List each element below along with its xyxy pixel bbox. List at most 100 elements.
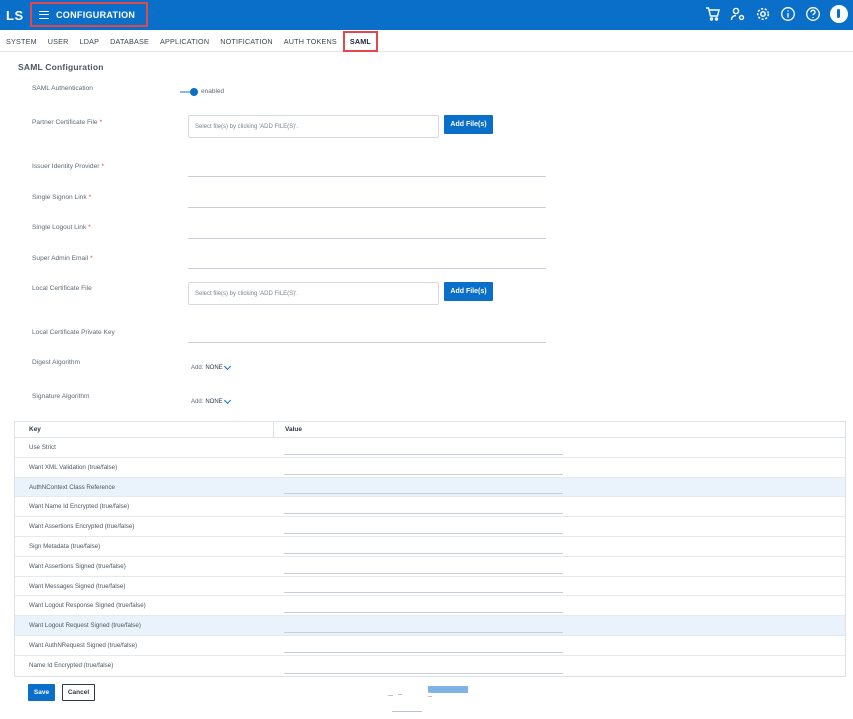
table-row[interactable]: Want AuthNRequest Signed (true/false): [15, 636, 845, 656]
row-key: Sign Metadata (true/false): [29, 542, 101, 550]
table-row[interactable]: Want Messages Signed (true/false): [15, 577, 845, 597]
row-key: Want Assertions Encrypted (true/false): [29, 523, 135, 531]
local-key-input[interactable]: [188, 342, 546, 343]
cancel-button[interactable]: Cancel: [62, 684, 95, 701]
local-cert-placeholder: Select file(s) by clicking 'ADD FILE(S)'…: [195, 290, 298, 297]
local-cert-file-box[interactable]: Select file(s) by clicking 'ADD FILE(S)'…: [188, 282, 439, 305]
row-key: Want Messages Signed (true/false): [29, 582, 126, 590]
table-row[interactable]: Sign Metadata (true/false): [15, 537, 845, 557]
help-icon[interactable]: [804, 5, 822, 23]
row-value-input[interactable]: [284, 672, 563, 674]
table-row[interactable]: Use Strict: [15, 438, 845, 458]
key-value-table: Key Value Use Strict Want XML Validation …: [14, 421, 846, 677]
partner-cert-file-box[interactable]: Select file(s) by clicking 'ADD FILE(S)'…: [188, 115, 439, 138]
tab-application[interactable]: APPLICATION: [160, 37, 209, 46]
rendering-artifact: [386, 692, 432, 712]
row-key: Want Logout Response Signed (true/false): [29, 602, 146, 610]
page-title: CONFIGURATION: [56, 9, 136, 20]
digest-label: Digest Algorithm: [32, 359, 81, 366]
row-value-input[interactable]: [284, 473, 563, 475]
column-divider: [273, 422, 274, 438]
key-column-header: Key: [29, 426, 41, 433]
digest-select[interactable]: Add: NONE: [188, 362, 233, 374]
table-row[interactable]: Want Assertions Signed (true/false): [15, 557, 845, 577]
digest-prefix: Add:: [191, 365, 204, 371]
partner-add-files-button[interactable]: Add File(s): [444, 115, 493, 134]
signature-label: Signature Algorithm: [32, 393, 90, 400]
chevron-down-icon[interactable]: [223, 396, 231, 405]
row-value-input[interactable]: [284, 513, 563, 515]
table-row[interactable]: Want Logout Response Signed (true/false): [15, 596, 845, 617]
row-value-input[interactable]: [284, 532, 563, 534]
toggle-knob[interactable]: [190, 87, 198, 96]
issuer-input[interactable]: [188, 176, 546, 177]
row-value-input[interactable]: [284, 631, 563, 633]
issuer-label: Issuer Identity Provider *: [32, 163, 105, 170]
table-row[interactable]: Name Id Encrypted (true/false): [15, 656, 845, 676]
slo-label: Single Logout Link *: [32, 224, 91, 231]
row-key: Name Id Encrypted (true/false): [29, 661, 114, 669]
row-value-input[interactable]: [284, 592, 563, 594]
tab-auth-tokens[interactable]: AUTH TOKENS: [284, 37, 337, 46]
sso-label: Single Signon Link *: [32, 194, 92, 201]
local-add-files-button[interactable]: Add File(s): [444, 282, 493, 301]
avatar[interactable]: [830, 5, 848, 23]
value-column-header: Value: [285, 426, 302, 433]
row-key: AuthNContext Class Reference: [29, 483, 115, 491]
table-row[interactable]: Want XML Validation (true/false): [15, 458, 845, 478]
row-key: Want Assertions Signed (true/false): [29, 562, 126, 570]
top-bar: LS CONFIGURATION: [0, 0, 853, 30]
saml-auth-toggle[interactable]: enabled: [180, 87, 225, 96]
hamburger-icon[interactable]: [39, 10, 49, 19]
row-value-input[interactable]: [284, 612, 563, 614]
tab-ldap[interactable]: LDAP: [80, 37, 100, 46]
config-tabs: SYSTEM USER LDAP DATABASE APPLICATION NO…: [0, 30, 853, 52]
table-header: Key Value: [15, 422, 845, 438]
table-row[interactable]: AuthNContext Class Reference: [15, 477, 845, 498]
tab-system[interactable]: SYSTEM: [6, 37, 37, 46]
sso-input[interactable]: [188, 207, 546, 208]
partner-cert-placeholder: Select file(s) by clicking 'ADD FILE(S)'…: [195, 123, 298, 130]
signature-select[interactable]: Add: NONE: [188, 396, 233, 408]
header-actions: [697, 5, 848, 23]
gear-icon[interactable]: [754, 5, 772, 23]
row-value-input[interactable]: [284, 651, 563, 653]
chevron-down-icon[interactable]: [223, 362, 231, 371]
cart-icon[interactable]: [704, 5, 722, 23]
row-value-input[interactable]: [284, 453, 563, 455]
tab-notification[interactable]: NOTIFICATION: [220, 37, 273, 46]
table-row[interactable]: Want Logout Request Signed (true/false): [15, 616, 845, 636]
row-value-input[interactable]: [284, 493, 563, 495]
row-key: Want XML Validation (true/false): [29, 463, 118, 471]
digest-value: NONE: [205, 365, 223, 371]
row-value-input[interactable]: [284, 552, 563, 554]
row-value-input[interactable]: [284, 572, 563, 574]
toggle-state-text: enabled: [201, 88, 225, 95]
tab-user[interactable]: USER: [48, 37, 69, 46]
row-key: Use Strict: [29, 444, 56, 451]
local-key-label: Local Certificate Private Key: [32, 329, 115, 336]
tab-database[interactable]: DATABASE: [110, 37, 149, 46]
menu-toggle[interactable]: CONFIGURATION: [30, 2, 148, 27]
super-admin-input[interactable]: [188, 268, 546, 269]
tab-saml[interactable]: SAML: [342, 30, 379, 52]
table-row[interactable]: Want Name Id Encrypted (true/false): [15, 497, 845, 518]
signature-value: NONE: [205, 399, 223, 405]
section-title: SAML Configuration: [18, 62, 104, 72]
toggle-track[interactable]: [180, 87, 198, 96]
loading-bar: [428, 686, 468, 693]
partner-cert-label: Partner Certificate File *: [32, 119, 103, 126]
app-logo[interactable]: LS: [6, 8, 24, 23]
row-key: Want AuthNRequest Signed (true/false): [29, 641, 138, 649]
signature-prefix: Add:: [191, 399, 204, 405]
row-key: Want Name Id Encrypted (true/false): [29, 503, 130, 511]
save-button[interactable]: Save: [28, 684, 55, 701]
info-icon[interactable]: [779, 5, 797, 23]
slo-input[interactable]: [188, 238, 546, 239]
super-admin-label: Super Admin Email *: [32, 255, 93, 262]
local-cert-label: Local Certificate File: [32, 285, 92, 292]
table-body: Use Strict Want XML Validation (true/fals…: [15, 438, 845, 676]
user-settings-icon[interactable]: [729, 5, 747, 23]
table-row[interactable]: Want Assertions Encrypted (true/false): [15, 517, 845, 537]
row-key: Want Logout Request Signed (true/false): [29, 622, 141, 630]
